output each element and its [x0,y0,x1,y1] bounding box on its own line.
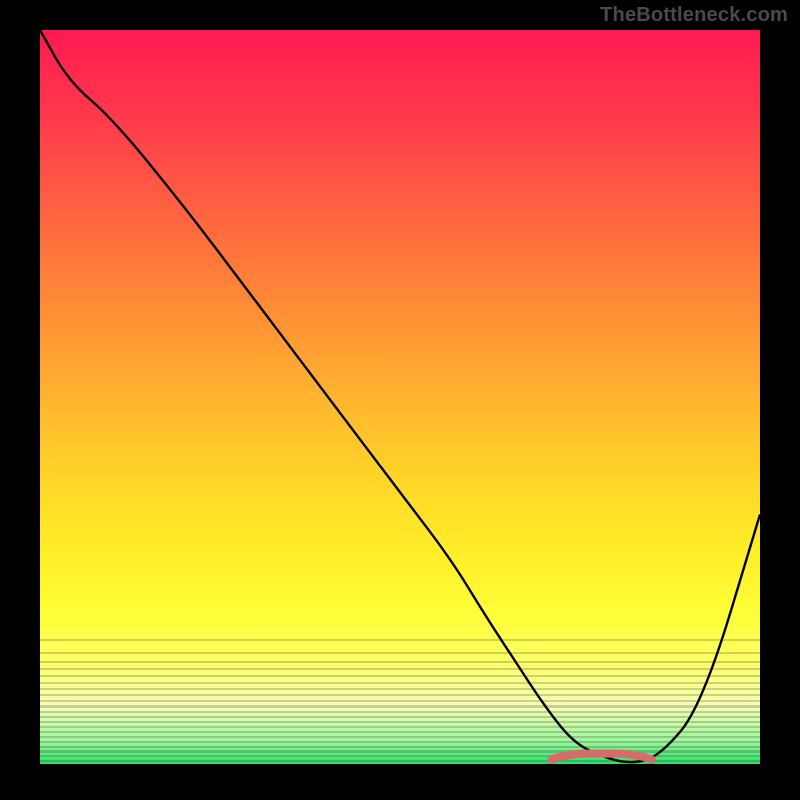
chart-frame: TheBottleneck.com [0,0,800,800]
watermark-text: TheBottleneck.com [600,4,788,27]
valley-accent [40,30,760,764]
plot-area [40,30,760,764]
